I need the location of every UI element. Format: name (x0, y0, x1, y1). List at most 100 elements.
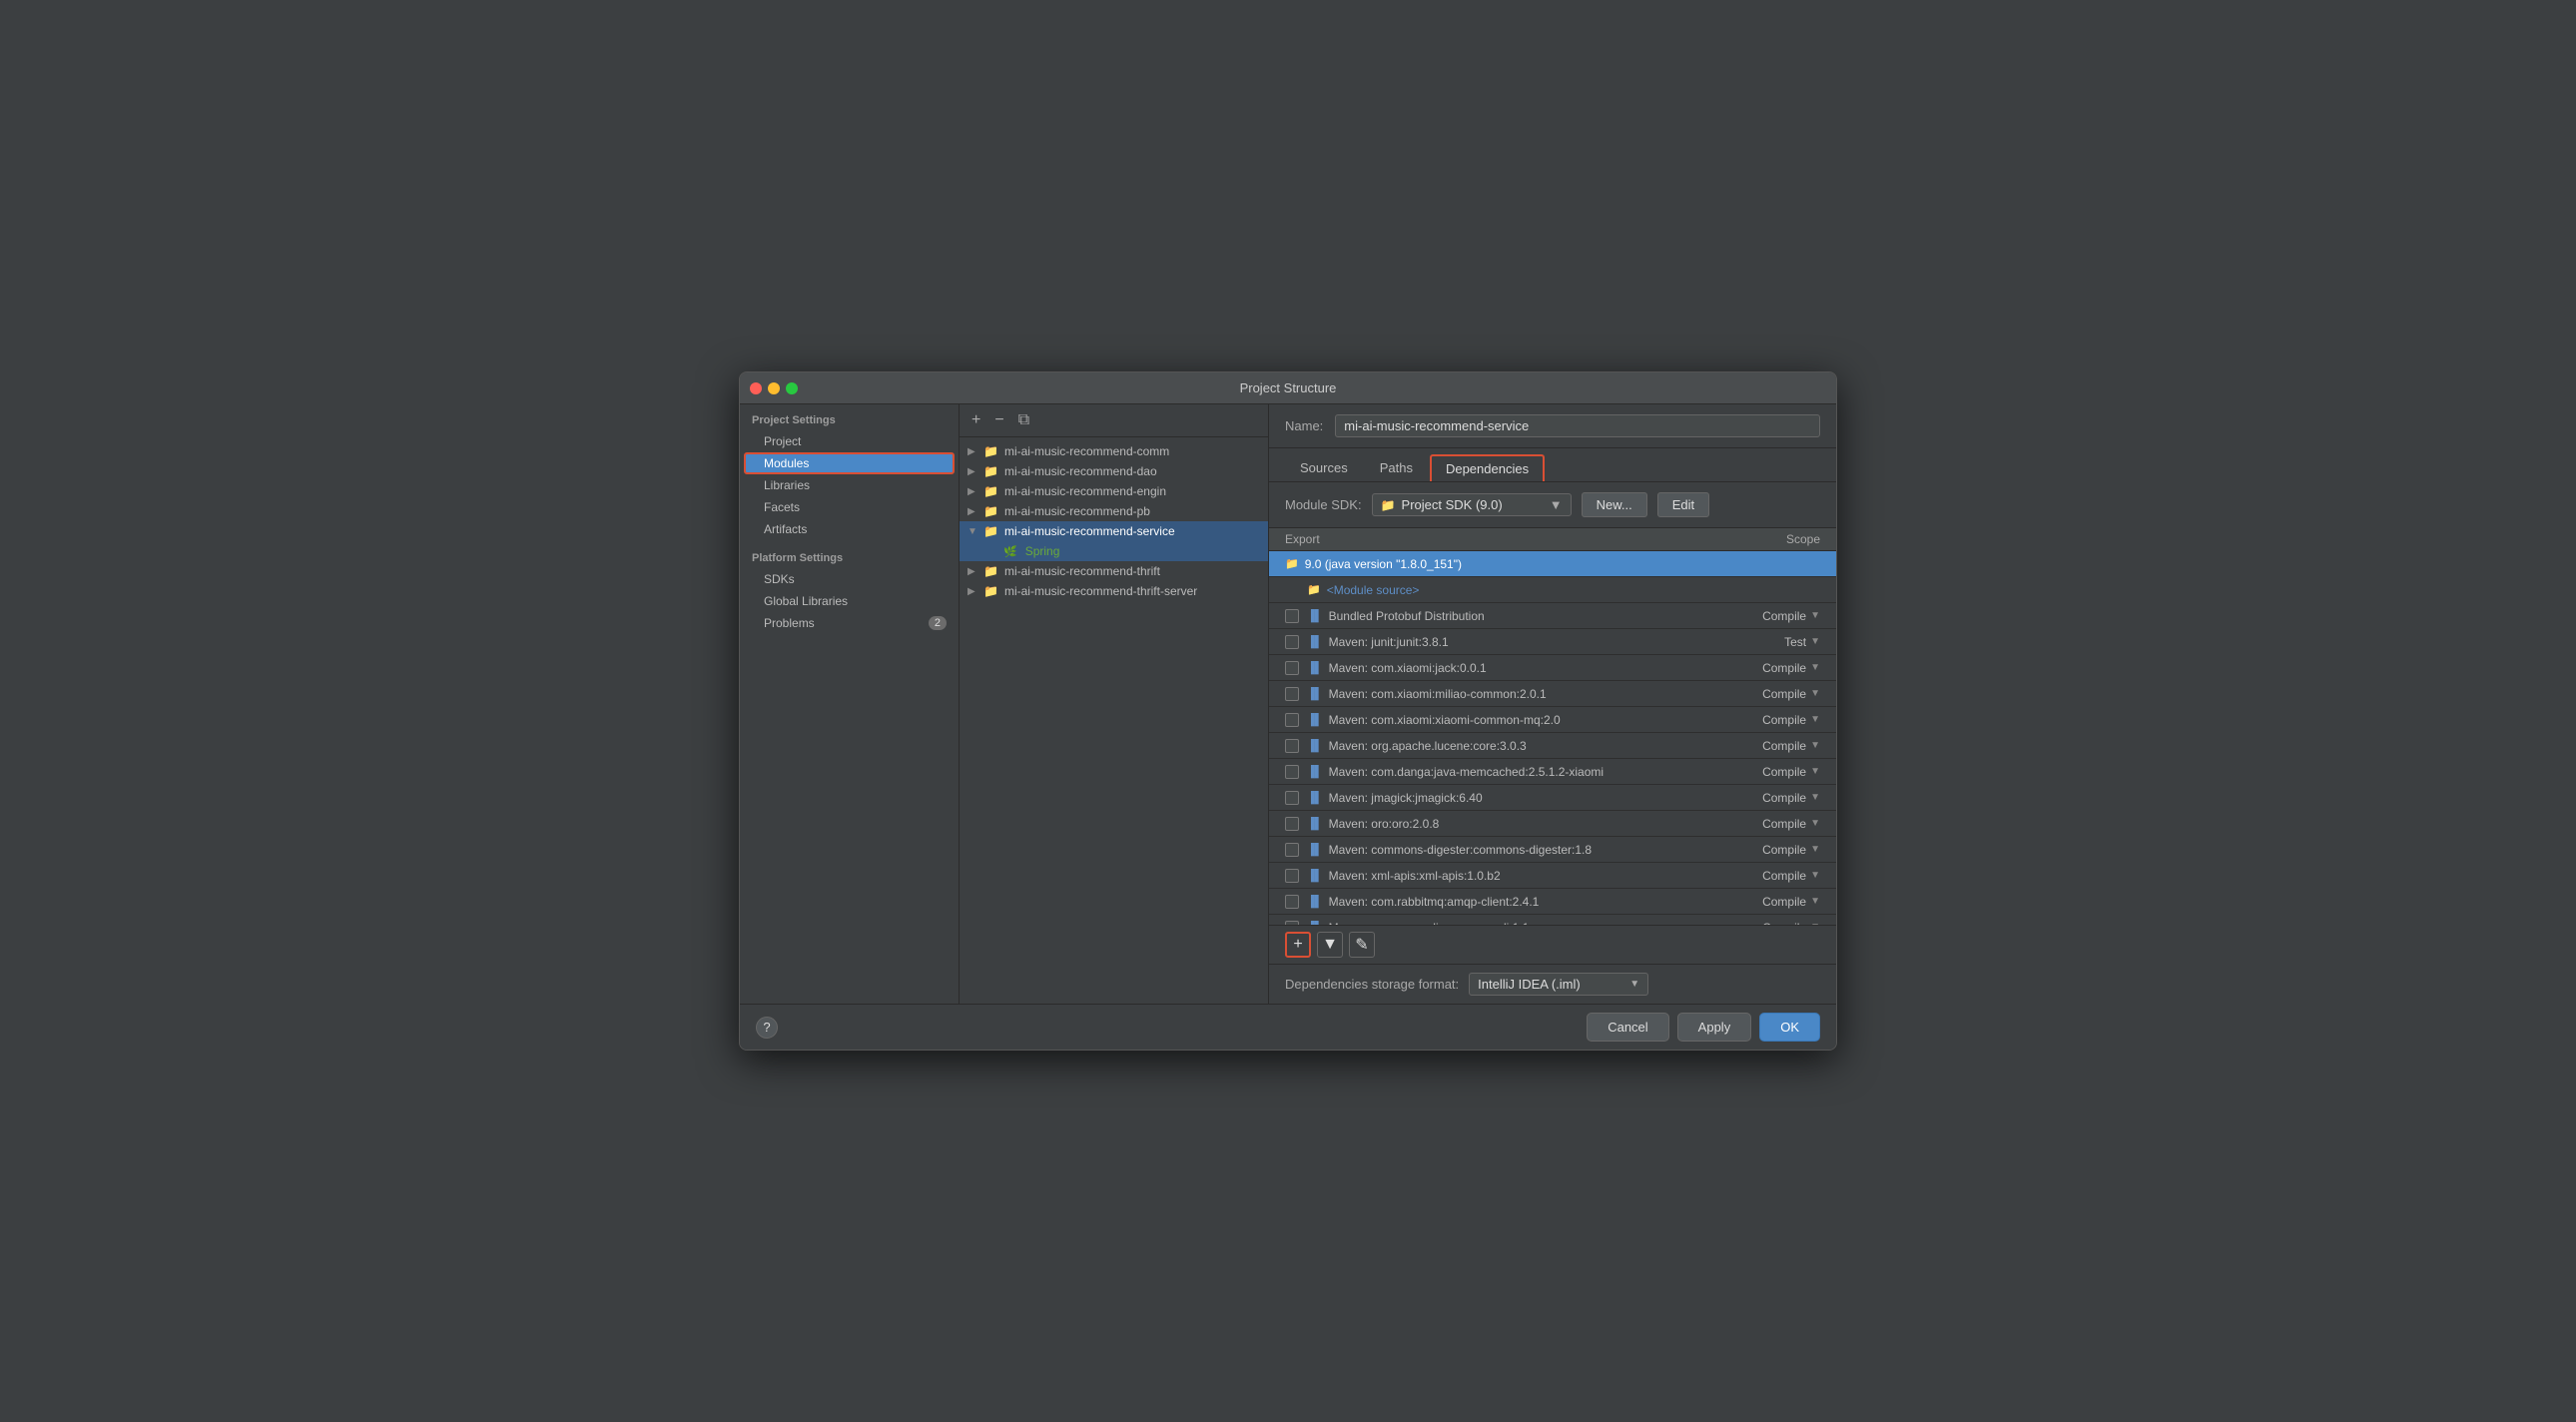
sidebar-item-global-libraries[interactable]: Global Libraries (740, 590, 959, 612)
help-button[interactable]: ? (756, 1017, 778, 1039)
name-input[interactable] (1335, 414, 1820, 437)
dep-label-xiaomi-common-mq: Maven: com.xiaomi:xiaomi-common-mq:2.0 (1329, 713, 1735, 727)
sidebar-item-project[interactable]: Project (740, 430, 959, 452)
scope-arrow-jack: ▼ (1810, 662, 1820, 673)
tree-item-thrift[interactable]: ▶ 📁 mi-ai-music-recommend-thrift (960, 561, 1268, 581)
tree-item-service[interactable]: ▼ 📁 mi-ai-music-recommend-service (960, 521, 1268, 541)
minimize-button[interactable] (768, 382, 780, 394)
tree-item-spring[interactable]: ▶ 🌿 Spring (960, 541, 1268, 561)
dep-label-lucene: Maven: org.apache.lucene:core:3.0.3 (1329, 739, 1735, 753)
dep-label-xml-apis: Maven: xml-apis:xml-apis:1.0.b2 (1329, 869, 1735, 883)
dep-scope-junit[interactable]: Test ▼ (1735, 635, 1820, 649)
storage-select[interactable]: IntelliJ IDEA (.iml) ▼ (1469, 973, 1648, 996)
dep-row-module-source[interactable]: 📁 <Module source> (1269, 577, 1836, 603)
add-module-button[interactable]: + (967, 409, 984, 431)
scope-arrow-jmagick: ▼ (1810, 792, 1820, 803)
sdk-label: Module SDK: (1285, 497, 1362, 512)
folder-icon-comm: 📁 (983, 444, 998, 458)
dep-scope-protobuf[interactable]: Compile ▼ (1735, 609, 1820, 623)
sidebar-item-sdks[interactable]: SDKs (740, 568, 959, 590)
dep-scope-xml-apis[interactable]: Compile ▼ (1735, 869, 1820, 883)
close-button[interactable] (750, 382, 762, 394)
dep-row-rabbitmq[interactable]: ▐▌ Maven: com.rabbitmq:amqp-client:2.4.1… (1269, 889, 1836, 915)
add-dependency-button[interactable]: + (1285, 932, 1311, 958)
title-bar: Project Structure (740, 372, 1836, 404)
maximize-button[interactable] (786, 382, 798, 394)
tab-paths[interactable]: Paths (1365, 454, 1428, 481)
dep-scope-rabbitmq[interactable]: Compile ▼ (1735, 895, 1820, 909)
dep-checkbox-miliao-common[interactable] (1285, 687, 1299, 701)
dep-label-rabbitmq: Maven: com.rabbitmq:amqp-client:2.4.1 (1329, 895, 1735, 909)
dep-scope-java-memcached[interactable]: Compile ▼ (1735, 765, 1820, 779)
new-sdk-button[interactable]: New... (1582, 492, 1647, 517)
edit-dependency-button[interactable]: ✎ (1349, 932, 1375, 958)
dep-row-lucene[interactable]: ▐▌ Maven: org.apache.lucene:core:3.0.3 C… (1269, 733, 1836, 759)
dep-row-commons-digester[interactable]: ▐▌ Maven: commons-digester:commons-diges… (1269, 837, 1836, 863)
tree-toolbar: + − ⧉ (960, 404, 1268, 437)
dep-checkbox-oro[interactable] (1285, 817, 1299, 831)
dep-row-java-memcached[interactable]: ▐▌ Maven: com.danga:java-memcached:2.5.1… (1269, 759, 1836, 785)
cancel-button[interactable]: Cancel (1587, 1013, 1668, 1042)
dep-row-junit[interactable]: ▐▌ Maven: junit:junit:3.8.1 Test ▼ (1269, 629, 1836, 655)
dep-checkbox-commons-digester[interactable] (1285, 843, 1299, 857)
remove-module-button[interactable]: − (990, 409, 1007, 431)
dep-scope-commons-digester[interactable]: Compile ▼ (1735, 843, 1820, 857)
scope-arrow-protobuf: ▼ (1810, 610, 1820, 621)
dep-col-scope: Scope (1720, 532, 1820, 546)
sidebar-item-libraries[interactable]: Libraries (740, 474, 959, 496)
dep-scope-jack[interactable]: Compile ▼ (1735, 661, 1820, 675)
tab-sources[interactable]: Sources (1285, 454, 1363, 481)
dep-checkbox-java-memcached[interactable] (1285, 765, 1299, 779)
dep-checkbox-jack[interactable] (1285, 661, 1299, 675)
tree-item-dao[interactable]: ▶ 📁 mi-ai-music-recommend-dao (960, 461, 1268, 481)
dep-checkbox-xml-apis[interactable] (1285, 869, 1299, 883)
dep-scope-lucene[interactable]: Compile ▼ (1735, 739, 1820, 753)
sidebar-item-artifacts[interactable]: Artifacts (740, 518, 959, 540)
dep-checkbox-rabbitmq[interactable] (1285, 895, 1299, 909)
dep-scope-oro[interactable]: Compile ▼ (1735, 817, 1820, 831)
sidebar-item-facets[interactable]: Facets (740, 496, 959, 518)
dep-row-oro[interactable]: ▐▌ Maven: oro:oro:2.0.8 Compile ▼ (1269, 811, 1836, 837)
folder-icon-engin: 📁 (983, 484, 998, 498)
dep-row-jack[interactable]: ▐▌ Maven: com.xiaomi:jack:0.0.1 Compile … (1269, 655, 1836, 681)
tabs-row: Sources Paths Dependencies (1269, 448, 1836, 482)
ok-button[interactable]: OK (1759, 1013, 1820, 1042)
move-down-button[interactable]: ▼ (1317, 932, 1343, 958)
copy-module-button[interactable]: ⧉ (1014, 409, 1033, 431)
name-label: Name: (1285, 418, 1323, 433)
dep-checkbox-lucene[interactable] (1285, 739, 1299, 753)
dep-row-miliao-common[interactable]: ▐▌ Maven: com.xiaomi:miliao-common:2.0.1… (1269, 681, 1836, 707)
dep-module-source-icon: 📁 (1307, 583, 1321, 596)
window-controls (750, 382, 798, 394)
sdk-select[interactable]: 📁 Project SDK (9.0) ▼ (1372, 493, 1572, 516)
spring-icon: 🌿 (1003, 545, 1017, 558)
tree-item-pb[interactable]: ▶ 📁 mi-ai-music-recommend-pb (960, 501, 1268, 521)
dep-row-jmagick[interactable]: ▐▌ Maven: jmagick:jmagick:6.40 Compile ▼ (1269, 785, 1836, 811)
dep-scope-xiaomi-common-mq[interactable]: Compile ▼ (1735, 713, 1820, 727)
dep-row-protobuf[interactable]: ▐▌ Bundled Protobuf Distribution Compile… (1269, 603, 1836, 629)
sidebar-item-problems[interactable]: Problems 2 (740, 612, 959, 634)
tree-item-comm[interactable]: ▶ 📁 mi-ai-music-recommend-comm (960, 441, 1268, 461)
tree-item-engin[interactable]: ▶ 📁 mi-ai-music-recommend-engin (960, 481, 1268, 501)
dep-scope-miliao-common[interactable]: Compile ▼ (1735, 687, 1820, 701)
sidebar-item-modules[interactable]: Modules (744, 452, 955, 474)
dep-row-jdk[interactable]: 📁 9.0 (java version "1.8.0_151") (1269, 551, 1836, 577)
tree-item-thrift-server[interactable]: ▶ 📁 mi-ai-music-recommend-thrift-server (960, 581, 1268, 601)
dep-row-commons-cli[interactable]: ▐▌ Maven: commons-cli:commons-cli:1.1 Co… (1269, 915, 1836, 925)
dep-checkbox-xiaomi-common-mq[interactable] (1285, 713, 1299, 727)
tab-dependencies[interactable]: Dependencies (1430, 454, 1545, 481)
scope-arrow-commons-digester: ▼ (1810, 844, 1820, 855)
storage-value: IntelliJ IDEA (.iml) (1478, 977, 1581, 992)
dep-checkbox-protobuf[interactable] (1285, 609, 1299, 623)
dep-row-xml-apis[interactable]: ▐▌ Maven: xml-apis:xml-apis:1.0.b2 Compi… (1269, 863, 1836, 889)
dep-scope-jmagick[interactable]: Compile ▼ (1735, 791, 1820, 805)
dep-row-xiaomi-common-mq[interactable]: ▐▌ Maven: com.xiaomi:xiaomi-common-mq:2.… (1269, 707, 1836, 733)
dep-lib-icon-junit: ▐▌ (1307, 636, 1323, 648)
dep-checkbox-jmagick[interactable] (1285, 791, 1299, 805)
dep-lib-icon-commons-digester: ▐▌ (1307, 844, 1323, 856)
edit-sdk-button[interactable]: Edit (1657, 492, 1709, 517)
storage-label: Dependencies storage format: (1285, 977, 1459, 992)
apply-button[interactable]: Apply (1677, 1013, 1752, 1042)
dep-label-jack: Maven: com.xiaomi:jack:0.0.1 (1329, 661, 1735, 675)
dep-checkbox-junit[interactable] (1285, 635, 1299, 649)
